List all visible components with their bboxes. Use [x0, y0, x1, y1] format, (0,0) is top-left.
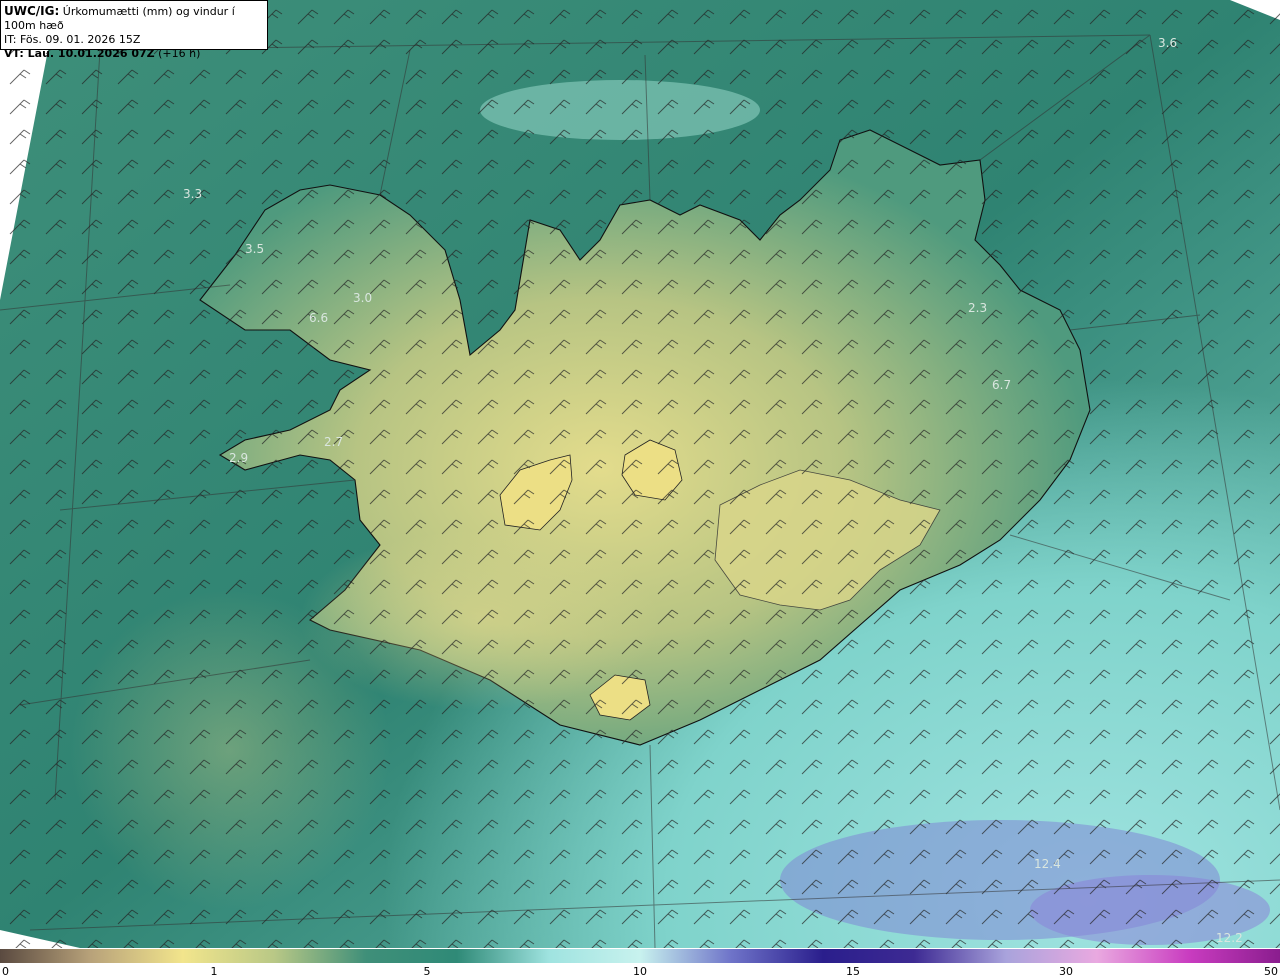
station-value: 6.7	[992, 378, 1011, 392]
station-value: 12.4	[1034, 857, 1061, 871]
model-name: UWC/IG:	[4, 4, 60, 18]
station-value: 2.7	[324, 435, 343, 449]
forecast-offset: (+16 h)	[158, 47, 201, 60]
precipitation-wind-map: 3.6 3.5 3.0 6.6 2.7 3.3 2.3 6.7 2.9 12.4…	[0, 0, 1280, 948]
init-time: IT: Fös. 09. 01. 2026 15Z	[4, 33, 141, 46]
colorbar-tick: 30	[1059, 965, 1073, 978]
station-value: 12.2	[1216, 931, 1243, 945]
colorbar-tick: 5	[423, 965, 431, 978]
colorbar-tick: 15	[846, 965, 860, 978]
colorbar-tick: 10	[633, 965, 647, 978]
colorbar-gradient	[0, 949, 1280, 963]
map-title: UWC/IG: Úrkomumætti (mm) og vindur í 100…	[4, 4, 267, 33]
station-value: 2.9	[229, 451, 248, 465]
colorbar-tick: 0	[2, 965, 9, 978]
map-info-box: UWC/IG: Úrkomumætti (mm) og vindur í 100…	[0, 0, 268, 60]
station-value: 3.0	[353, 291, 372, 305]
valid-time-label: VT: Lau. 10.01.2026 07Z	[4, 47, 155, 60]
colorbar-tick: 50	[1264, 965, 1278, 978]
station-value: 2.3	[968, 301, 987, 315]
colorbar-tick: 1	[210, 965, 218, 978]
station-value: 3.6	[1158, 36, 1177, 50]
wind-barbs	[0, 0, 1280, 948]
station-value: 3.5	[245, 242, 264, 256]
station-value: 3.3	[183, 187, 202, 201]
station-value: 6.6	[309, 311, 328, 325]
valid-time: VT: Lau. 10.01.2026 07Z (+16 h)	[4, 47, 267, 61]
colorbar: 0 1 5 10 15 30 50	[0, 948, 1280, 978]
